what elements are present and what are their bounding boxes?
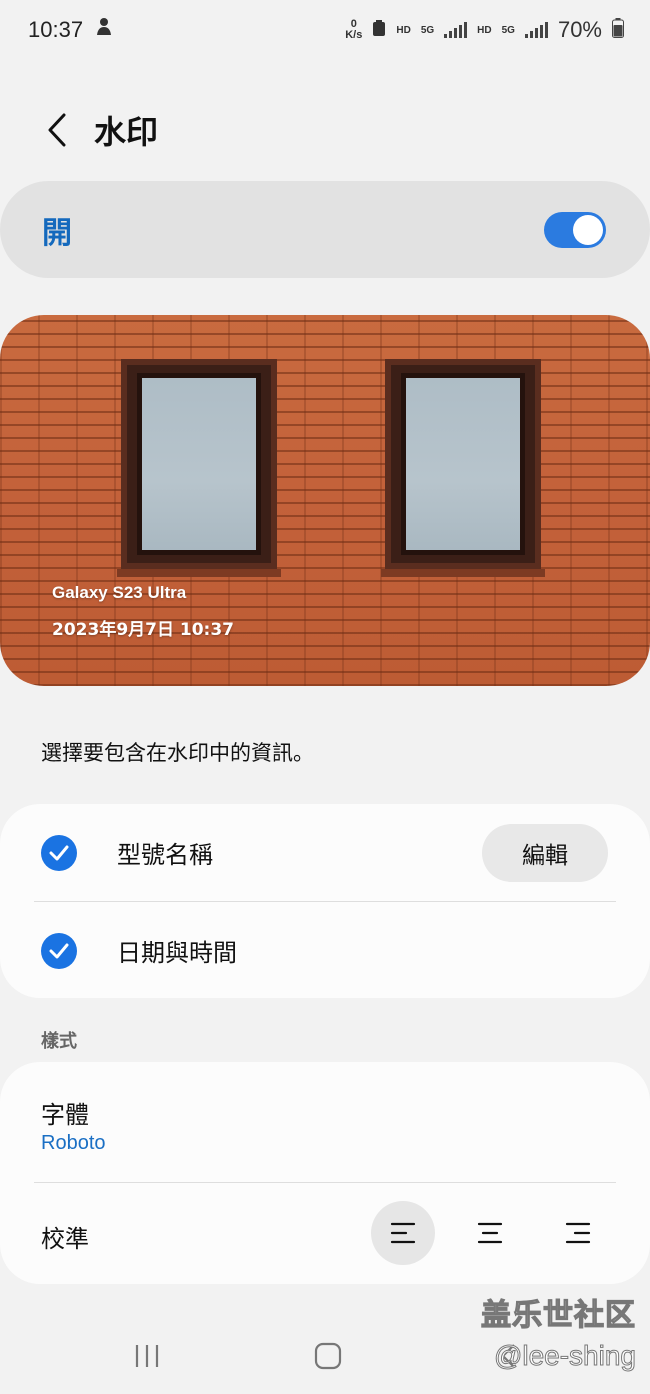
alignment-label: 校準: [41, 1225, 89, 1253]
date-time-label: 日期與時間: [117, 939, 237, 967]
recycle-icon: [372, 19, 386, 42]
master-switch-row[interactable]: 開: [0, 181, 650, 278]
battery-icon: [612, 17, 624, 43]
alignment-setting: 校準: [0, 1183, 650, 1284]
option-date-time[interactable]: 日期與時間: [0, 902, 650, 999]
status-time: 10:37: [28, 17, 84, 42]
style-section-header: 樣式: [41, 1031, 77, 1052]
net-speed-unit: K/s: [345, 29, 363, 41]
battery-percent: 70%: [557, 17, 602, 42]
site-watermark: 盖乐世社区: [480, 1297, 636, 1333]
align-left-button[interactable]: [371, 1201, 435, 1265]
style-card: 字體 Roboto 校準: [0, 1062, 650, 1284]
home-button[interactable]: [308, 1340, 348, 1372]
signal-icon-2: [524, 22, 548, 38]
window-left: [117, 359, 281, 577]
checkmark-icon: [49, 943, 69, 958]
recent-apps-icon: [135, 1345, 159, 1367]
recent-apps-button[interactable]: [127, 1340, 167, 1372]
master-switch-label: 開: [42, 215, 72, 251]
notification-icon: [95, 17, 113, 43]
checkmark-icon: [49, 845, 69, 860]
font-setting[interactable]: 字體 Roboto: [0, 1062, 650, 1182]
5g-badge-1: 5G: [420, 24, 435, 36]
date-time-checkbox[interactable]: [41, 932, 77, 969]
align-center-icon: [477, 1222, 503, 1244]
watermark-preview-image: Galaxy S23 Ultra 2023年9月7日 10:37: [0, 315, 650, 686]
header: 水印: [0, 95, 650, 165]
status-right: 0 K/s HD 5G HD 5G 70%: [345, 17, 624, 43]
net-speed: 0 K/s: [345, 19, 362, 41]
edit-button[interactable]: 編輯: [482, 823, 608, 882]
5g-badge-2: 5G: [501, 24, 515, 36]
signal-icon-1: [444, 22, 468, 38]
hd-badge-1: HD: [396, 24, 411, 36]
font-value: Roboto: [41, 1132, 106, 1154]
font-label: 字體: [41, 1101, 89, 1129]
preview-watermark-model: Galaxy S23 Ultra: [52, 583, 187, 602]
align-right-button[interactable]: [546, 1201, 610, 1265]
model-name-label: 型號名稱: [117, 841, 213, 869]
info-options-card: 型號名稱 編輯 日期與時間: [0, 804, 650, 998]
hd-badge-2: HD: [477, 24, 492, 36]
align-right-icon: [565, 1222, 591, 1244]
status-left: 10:37: [28, 17, 113, 43]
back-arrow-icon: [48, 113, 66, 147]
preview-watermark-datetime: 2023年9月7日 10:37: [52, 620, 235, 640]
info-description: 選擇要包含在水印中的資訊。: [41, 741, 314, 765]
option-model-name[interactable]: 型號名稱 編輯: [0, 804, 650, 901]
user-watermark: @lee-shing: [493, 1340, 636, 1372]
back-button[interactable]: [22, 95, 92, 165]
align-left-icon: [390, 1222, 416, 1244]
status-bar: 10:37 0 K/s HD 5G HD 5G 70%: [0, 0, 650, 60]
home-icon: [314, 1342, 342, 1370]
page-title: 水印: [94, 113, 159, 151]
window-right: [381, 359, 545, 577]
toggle-knob: [573, 214, 603, 245]
align-center-button[interactable]: [458, 1201, 522, 1265]
master-toggle[interactable]: [544, 211, 606, 248]
model-name-checkbox[interactable]: [41, 834, 77, 871]
